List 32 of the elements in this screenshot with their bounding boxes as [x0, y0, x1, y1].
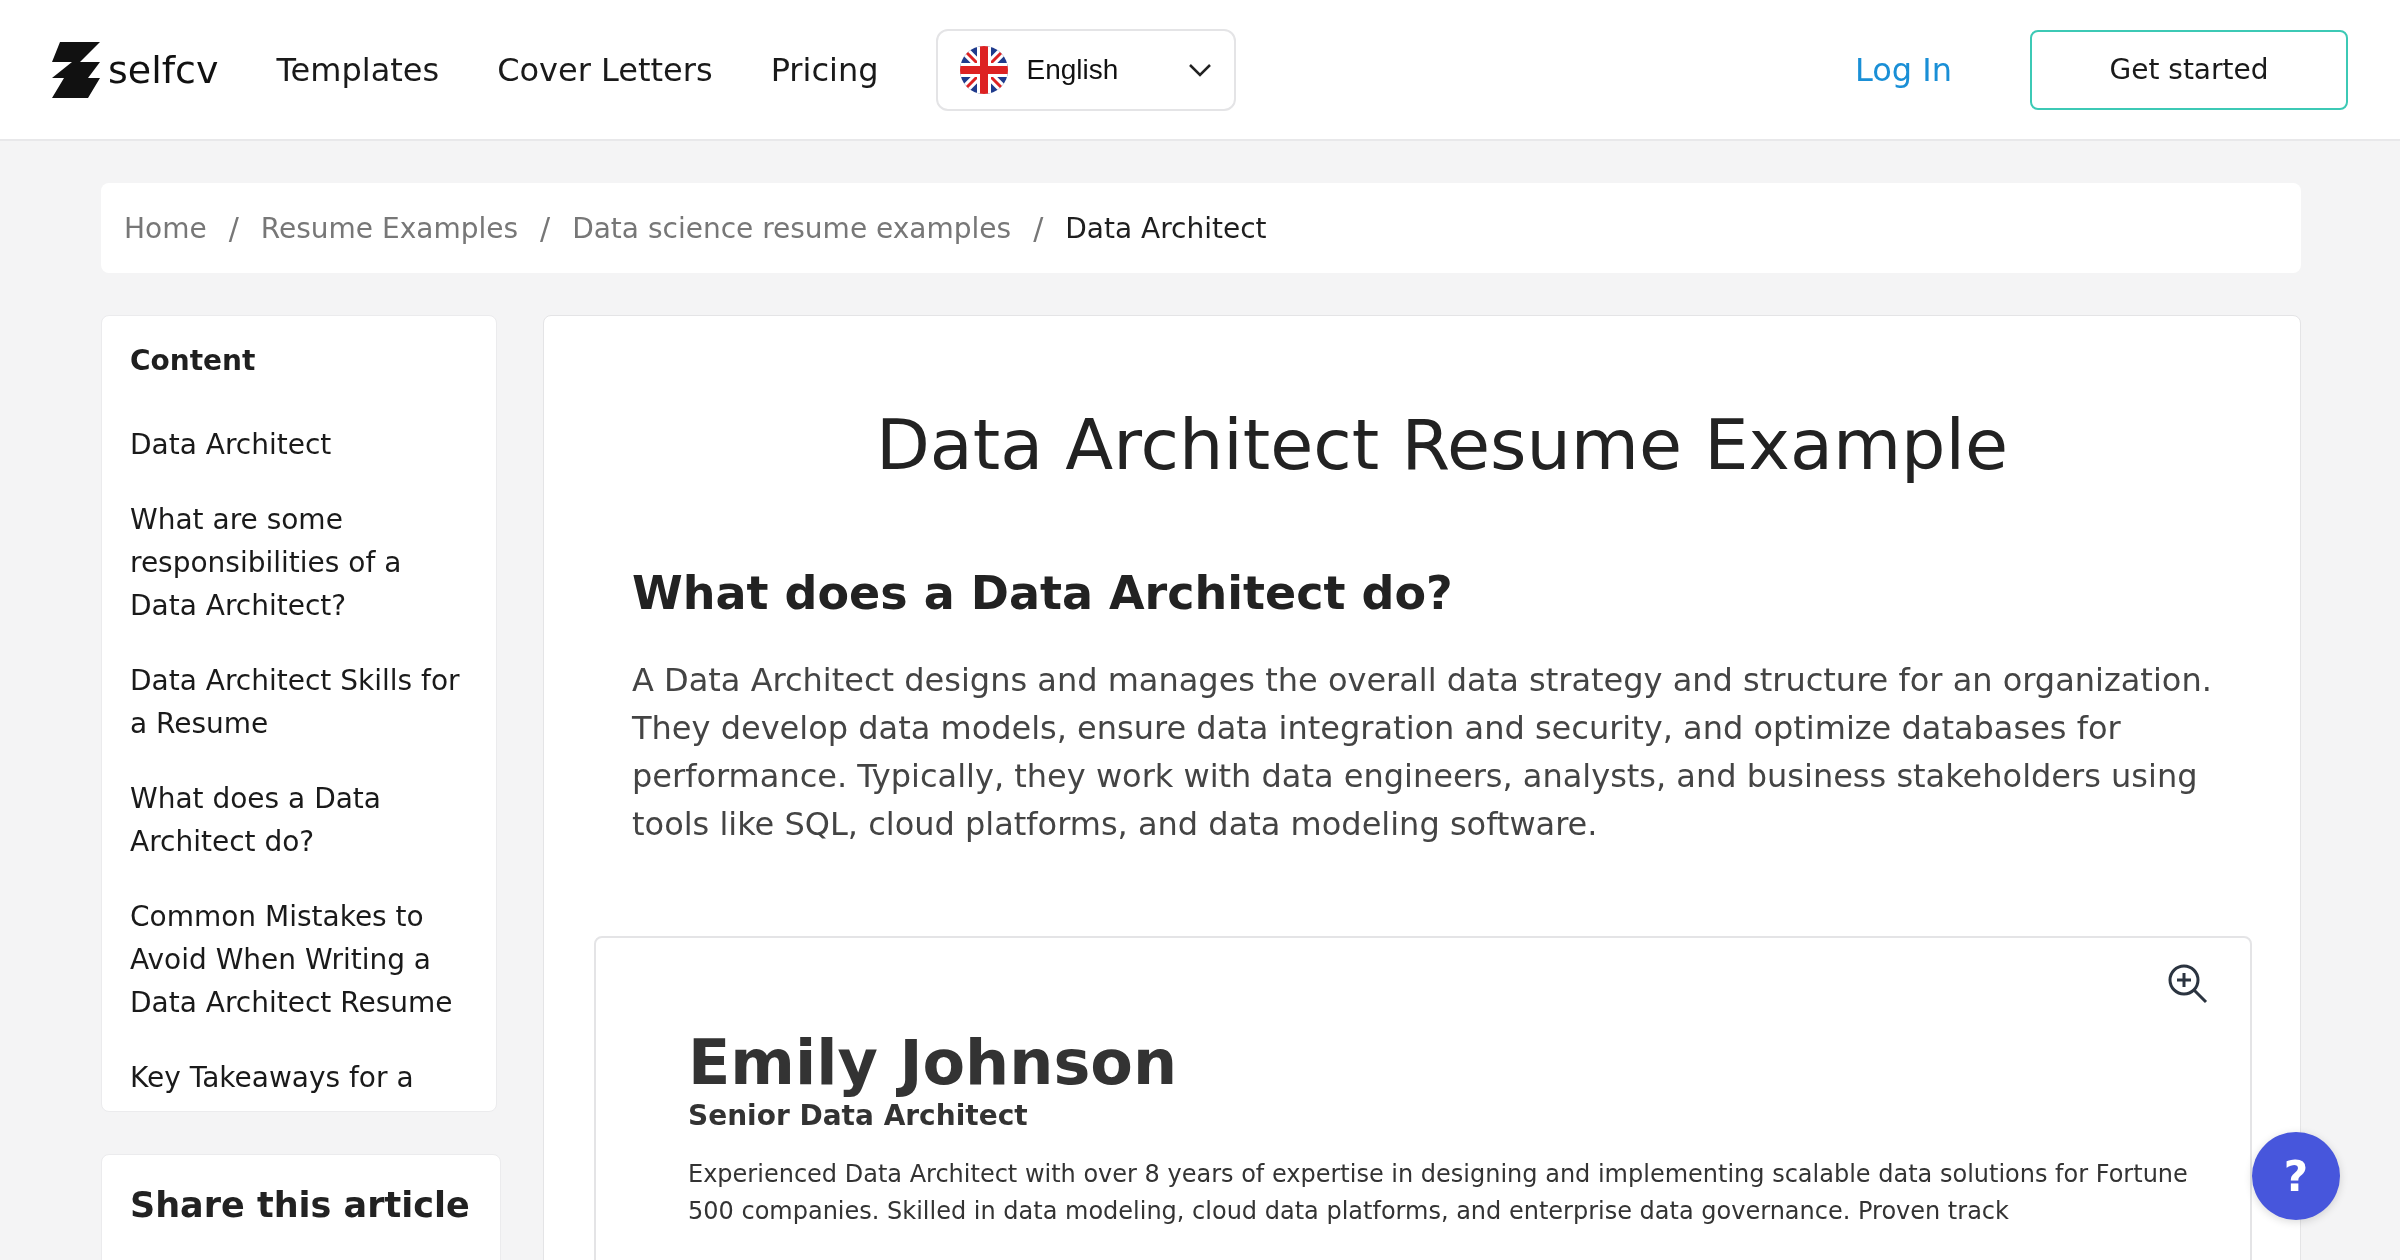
chevron-down-icon: [1188, 62, 1213, 77]
logo-icon: [52, 41, 100, 98]
login-link[interactable]: Log In: [1854, 50, 1952, 89]
section-heading: What does a Data Architect do?: [632, 566, 1454, 620]
breadcrumb-link[interactable]: Data science resume examples: [572, 211, 1012, 245]
contents-link[interactable]: What are some responsibilities of a Data Architect?: [130, 498, 468, 627]
section-paragraph: A Data Architect designs and manages the overall data strategy and structure for an organization. They develop data models, ensure data integration and security, and optimize databases for performance. Typically, they work with data engineers, analysts, and business stakeholders using tools like SQL, cloud platforms, and data modeling software.: [632, 660, 2213, 845]
breadcrumb-separator: /: [540, 210, 551, 246]
share-title: Share this article: [130, 1185, 471, 1225]
contents-link[interactable]: Data Architect Skills for a Resume: [130, 659, 468, 745]
breadcrumb-separator: /: [228, 210, 239, 246]
article-title: Data Architect Resume Example: [874, 404, 2010, 486]
contents-link[interactable]: Common Mistakes to Avoid When Writing a Data Architect Resume: [130, 895, 468, 1024]
nav-link[interactable]: Pricing: [770, 50, 879, 89]
resume-summary: Experienced Data Architect with over 8 years of expertise in designing and implementing scalable data solutions for Fortune 500 companies. Skilled in data modeling, cloud data platforms, and enterprise data governance. Proven track: [688, 1159, 2189, 1227]
breadcrumb-link[interactable]: Resume Examples: [260, 211, 519, 245]
language-dropdown[interactable]: English: [936, 28, 1237, 111]
nav-link[interactable]: Cover Letters: [497, 50, 713, 89]
resume-name: Emily Johnson: [688, 1026, 1179, 1099]
contents-link[interactable]: Data Architect: [130, 423, 468, 466]
contents-link[interactable]: What does a Data Architect do?: [130, 777, 468, 863]
resume-role: Senior Data Architect: [688, 1099, 1029, 1132]
zoom-in-button[interactable]: [2166, 962, 2210, 1006]
breadcrumb-separator: /: [1033, 210, 1044, 246]
contents-link[interactable]: Key Takeaways for a: [130, 1056, 468, 1099]
nav-link[interactable]: Templates: [276, 50, 440, 89]
breadcrumb-link[interactable]: Home: [124, 211, 207, 245]
breadcrumb-link[interactable]: Data Architect: [1065, 211, 1267, 245]
contents-title: Content: [130, 344, 257, 377]
get-started-button[interactable]: Get started: [2030, 29, 2348, 110]
logo-text: selfcv: [108, 47, 219, 92]
help-button[interactable]: ?: [2252, 1132, 2340, 1220]
